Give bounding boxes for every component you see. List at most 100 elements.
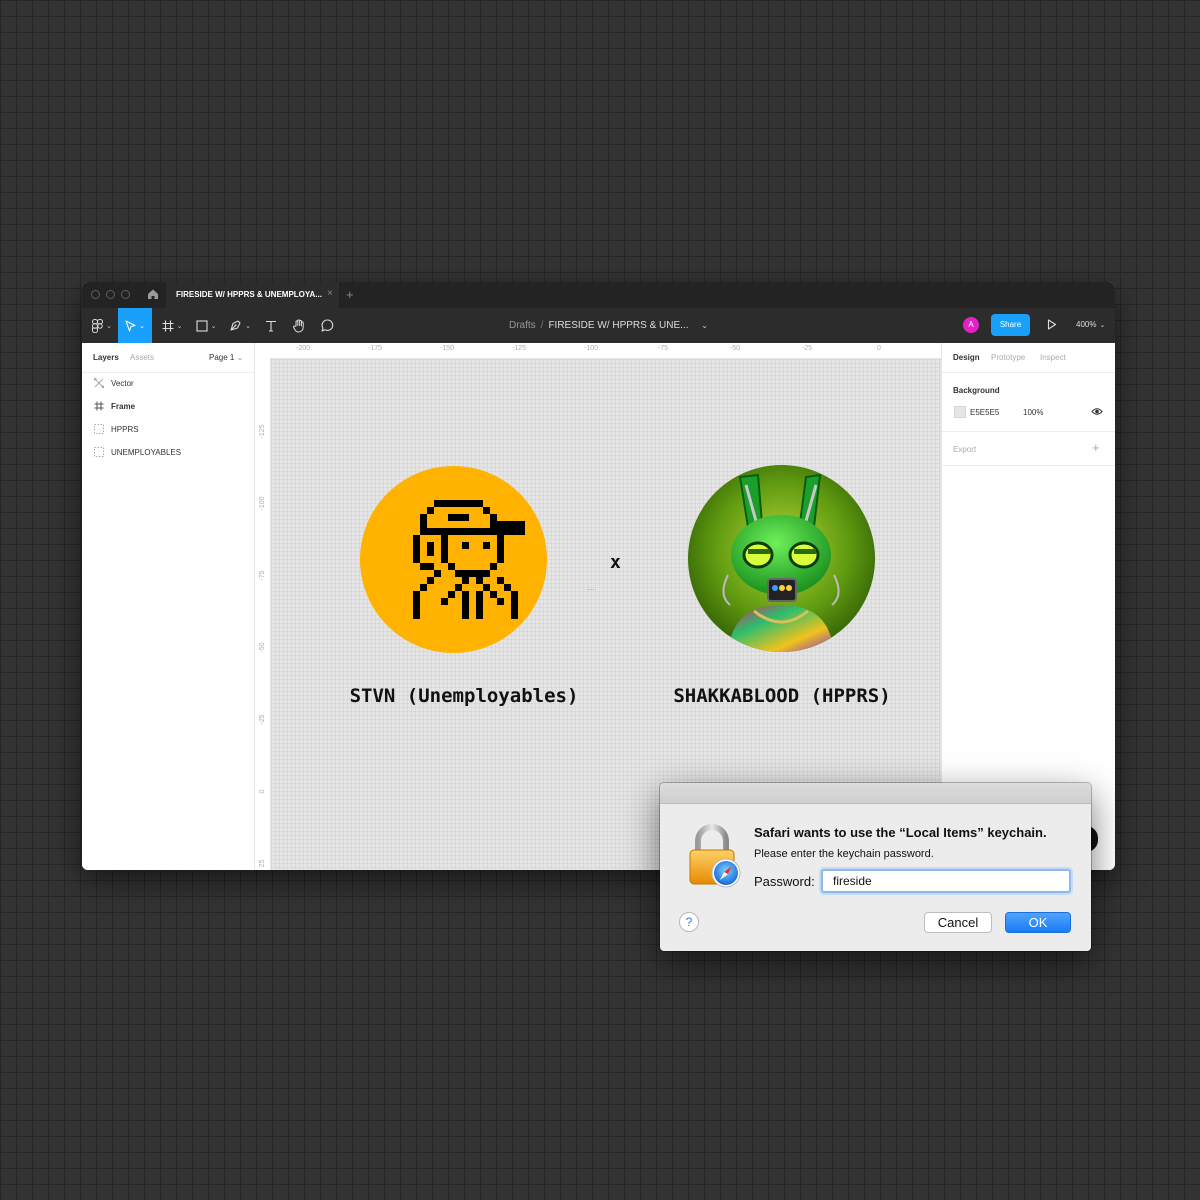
comment-tool-button[interactable] bbox=[318, 308, 336, 343]
pixel bbox=[420, 584, 427, 591]
pixel bbox=[497, 549, 504, 556]
zoom-dropdown[interactable]: 400% ⌄ bbox=[1076, 320, 1105, 329]
pixel bbox=[476, 612, 483, 619]
minimize-window-dot[interactable] bbox=[106, 290, 115, 299]
hand-tool-button[interactable] bbox=[290, 308, 308, 343]
ruler-tick: 0 bbox=[259, 789, 266, 794]
frame-tool-button[interactable]: ⌄ bbox=[158, 308, 186, 343]
breadcrumb-drafts[interactable]: Drafts bbox=[509, 320, 536, 331]
close-window-dot[interactable] bbox=[91, 290, 100, 299]
home-icon[interactable] bbox=[147, 288, 159, 300]
ruler-tick: -25 bbox=[259, 714, 266, 725]
layer-hpprs[interactable]: HPPRS bbox=[82, 418, 254, 441]
pixel bbox=[476, 605, 483, 612]
password-input[interactable] bbox=[821, 869, 1071, 893]
pixel bbox=[455, 570, 462, 577]
pen-tool-button[interactable]: ⌄ bbox=[226, 308, 254, 343]
pixel bbox=[490, 591, 497, 598]
page-selector[interactable]: Page 1 ⌄ bbox=[209, 353, 243, 362]
pixel bbox=[476, 500, 483, 507]
pixel bbox=[483, 528, 490, 535]
breadcrumb-file-name[interactable]: FIRESIDE W/ HPPRS & UNE... bbox=[548, 320, 688, 331]
chevron-down-icon: ⌄ bbox=[236, 353, 244, 362]
pixel bbox=[504, 584, 511, 591]
pixel bbox=[413, 591, 420, 598]
pixel bbox=[511, 598, 518, 605]
tab-layers[interactable]: Layers bbox=[93, 353, 119, 362]
pixel bbox=[518, 521, 525, 528]
close-tab-icon[interactable]: × bbox=[327, 288, 333, 299]
comment-bubble-icon bbox=[320, 319, 333, 332]
ruler-tick: -75 bbox=[259, 570, 266, 581]
layers-panel: Layers Assets Page 1 ⌄ Vector Frame HPPR… bbox=[82, 343, 255, 870]
pixel bbox=[427, 577, 434, 584]
layer-label: Vector bbox=[111, 379, 134, 388]
pixel bbox=[497, 521, 504, 528]
pixel bbox=[504, 521, 511, 528]
pixel bbox=[490, 521, 497, 528]
pixel bbox=[455, 584, 462, 591]
layer-frame[interactable]: Frame bbox=[82, 395, 254, 418]
pixel bbox=[441, 598, 448, 605]
stvn-avatar[interactable] bbox=[360, 466, 547, 653]
tab-inspect[interactable]: Inspect bbox=[1040, 353, 1066, 362]
background-section-title: Background bbox=[953, 386, 1000, 395]
chevron-down-icon[interactable]: ⌄ bbox=[701, 321, 708, 330]
pixel bbox=[462, 500, 469, 507]
layer-label: Frame bbox=[111, 402, 136, 411]
title-bar: FIRESIDE W/ HPPRS & UNEMPLOYA... × + bbox=[82, 282, 1115, 308]
layer-vector[interactable]: Vector bbox=[82, 372, 254, 395]
ruler-tick: 25 bbox=[259, 859, 266, 868]
tab-assets[interactable]: Assets bbox=[130, 353, 154, 362]
zoom-window-dot[interactable] bbox=[121, 290, 130, 299]
pixel bbox=[441, 528, 448, 535]
main-menu-button[interactable]: ⌄ bbox=[88, 308, 116, 343]
eye-icon[interactable] bbox=[1091, 407, 1103, 416]
add-export-icon[interactable]: + bbox=[1092, 440, 1100, 455]
pixel bbox=[462, 514, 469, 521]
share-button[interactable]: Share bbox=[991, 314, 1030, 336]
frame-hash-icon bbox=[162, 320, 174, 331]
dialog-title: Safari wants to use the “Local Items” ke… bbox=[754, 825, 1047, 840]
pixel bbox=[427, 528, 434, 535]
pixel bbox=[518, 528, 525, 535]
left-panel-tabs: Layers Assets Page 1 ⌄ bbox=[82, 343, 254, 373]
tab-prototype[interactable]: Prototype bbox=[991, 353, 1025, 362]
pixel bbox=[427, 507, 434, 514]
background-color-swatch[interactable] bbox=[954, 406, 966, 418]
pixel bbox=[448, 500, 455, 507]
shakkablood-avatar[interactable] bbox=[688, 465, 875, 652]
background-hex-value[interactable]: E5E5E5 bbox=[970, 408, 999, 417]
chevron-down-icon: ⌄ bbox=[1099, 322, 1106, 329]
chevron-down-icon: ⌄ bbox=[106, 322, 112, 330]
pixel bbox=[490, 514, 497, 521]
file-tab[interactable]: FIRESIDE W/ HPPRS & UNEMPLOYA... × bbox=[166, 282, 339, 308]
pixel bbox=[511, 605, 518, 612]
chevron-down-icon: ⌄ bbox=[176, 322, 183, 330]
help-button[interactable]: ? bbox=[679, 912, 699, 932]
present-play-icon[interactable] bbox=[1047, 319, 1057, 330]
pixel bbox=[462, 598, 469, 605]
ruler-tick: -75 bbox=[657, 345, 669, 352]
pixel bbox=[462, 542, 469, 549]
move-tool-button[interactable]: ⌄ bbox=[118, 308, 152, 343]
green-robot-rabbit-image bbox=[688, 465, 875, 652]
layer-unemployables[interactable]: UNEMPLOYABLES bbox=[82, 441, 254, 464]
layer-label: UNEMPLOYABLES bbox=[111, 448, 182, 457]
dialog-message: Please enter the keychain password. bbox=[754, 848, 934, 860]
cancel-button[interactable]: Cancel bbox=[924, 912, 992, 933]
pixel bbox=[476, 598, 483, 605]
background-opacity-value[interactable]: 100% bbox=[1023, 408, 1043, 417]
user-avatar[interactable]: A bbox=[963, 317, 979, 333]
tab-design[interactable]: Design bbox=[953, 353, 980, 362]
new-tab-icon[interactable]: + bbox=[346, 287, 354, 302]
page-selector-label: Page 1 bbox=[209, 353, 235, 362]
cursor-arrow-icon bbox=[125, 319, 136, 332]
text-tool-button[interactable] bbox=[262, 308, 280, 343]
pixel bbox=[413, 556, 420, 563]
ok-button[interactable]: OK bbox=[1005, 912, 1071, 933]
ruler-tick: -25 bbox=[801, 345, 813, 352]
shape-tool-button[interactable]: ⌄ bbox=[192, 308, 220, 343]
vector-icon bbox=[94, 378, 104, 388]
pixel bbox=[420, 521, 427, 528]
